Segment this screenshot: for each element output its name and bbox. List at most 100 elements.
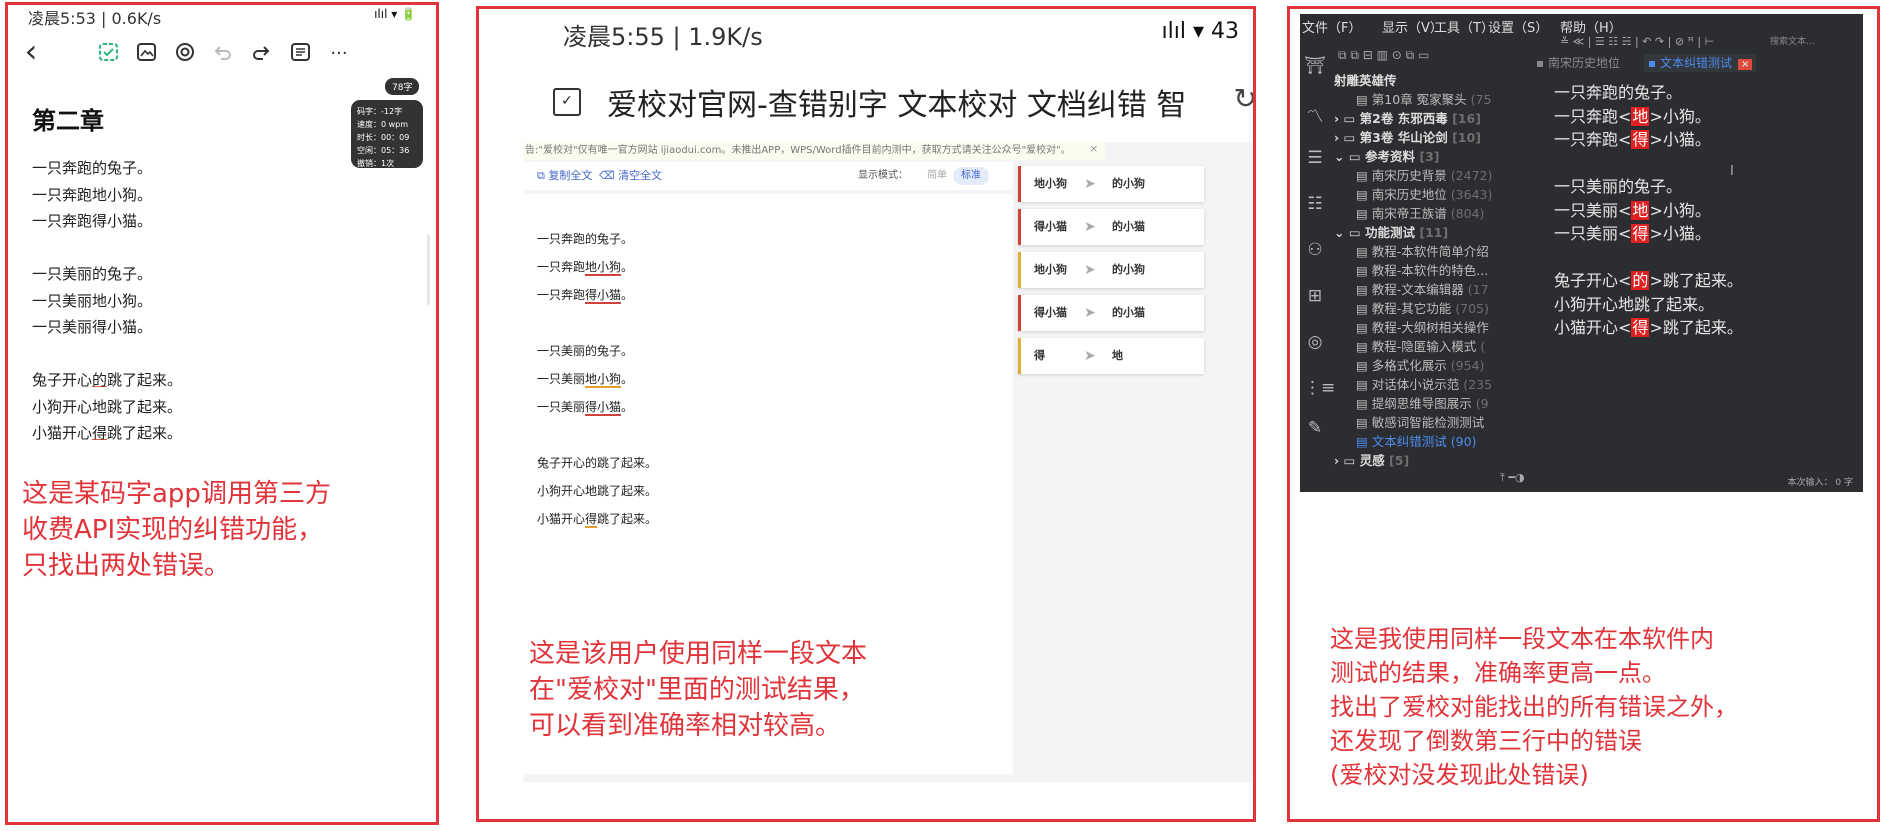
flagged-text[interactable]: 得小猫 (585, 400, 622, 416)
flagged-text[interactable]: 地小狗 (585, 372, 622, 388)
status-bar-time: 凌晨5:55 | 1.9K/s (563, 23, 763, 51)
tree-item[interactable]: › ▭ 第3卷 华山论剑 [10] (1334, 127, 1481, 146)
chart-icon[interactable]: 〽 (1304, 102, 1326, 127)
editor-toolbar[interactable]: ≚ ≪ | ☰ ☷ ☵ | ↶ ↷ | ⊘ ꟸ | ⊢ (1560, 35, 1714, 48)
tree-item-label: 功能测试 (1365, 225, 1416, 240)
scrollbar[interactable] (427, 235, 430, 305)
shield-check-icon: ✓ (553, 88, 581, 116)
spellcheck-icon[interactable] (96, 41, 122, 67)
book-icon[interactable]: ☰ (1304, 148, 1326, 170)
tree-item[interactable]: ▤ 教程-本软件简单介绍 (1356, 241, 1489, 260)
list-icon[interactable]: ☷ (1304, 194, 1326, 216)
flagged-text[interactable]: 得 (585, 512, 598, 528)
tree-item[interactable]: ▤ 南宋历史地位 (3643) (1356, 184, 1492, 203)
editor-text[interactable]: 一只奔跑的兔子。 一只奔跑地小狗。 一只奔跑得小猫。 一只美丽的兔子。 一只美丽地小狗。… (32, 155, 182, 447)
mode-simple-button[interactable]: 简单 (919, 167, 955, 185)
undo-icon[interactable] (210, 41, 236, 67)
bottom-tools[interactable]: ⤒ ━◑ (1500, 471, 1525, 485)
tree-item[interactable]: ⌄ ▭ 参考资料 [3] (1334, 146, 1440, 165)
tree-item[interactable]: ▤ 南宋帝王族谱 (804) (1356, 203, 1484, 222)
menu-item[interactable]: 帮助（H） (1560, 17, 1622, 36)
target-icon[interactable] (172, 41, 198, 67)
tree-item[interactable]: ▤ 教程-隐匿输入模式 ( (1356, 336, 1485, 355)
text-line: 小猫开心得跳了起来。 (32, 420, 182, 447)
tree-item[interactable]: ▤ 教程-大纲树相关操作 (1356, 317, 1489, 336)
suggestion-card[interactable]: 得小猫 ➤ 的小猫 (1018, 295, 1204, 331)
suggestion-card[interactable]: 得 ➤ 地 (1018, 338, 1204, 374)
flagged-char[interactable]: 地 (1631, 106, 1650, 126)
severity-bar (1018, 209, 1021, 245)
suggestion-to: 的小狗 (1112, 177, 1145, 190)
tree-item-label: 参考资料 (1365, 149, 1416, 164)
document-content[interactable]: 一只奔跑的兔子。 一只奔跑<地>小狗。 一只奔跑<得>小猫。 一只美丽的兔子。 一只美丽… (1554, 81, 1743, 340)
text-line: 一只奔跑得小猫。 (32, 208, 182, 235)
caption-aijiaodui: 这是该用户使用同样一段文本 在"爱校对"里面的测试结果， 可以看到准确率相对较高。 (529, 636, 867, 744)
tree-item[interactable]: ▤ 教程-本软件的特色... (1356, 260, 1488, 279)
close-icon[interactable]: × (1737, 59, 1753, 70)
tree-item-label: 文本纠错测试 (1371, 434, 1447, 449)
editor-line: 一只美丽地小狗。 (537, 370, 633, 388)
flagged-char[interactable]: 地 (1631, 200, 1650, 220)
tree-item[interactable]: ▤ 第10章 冤家聚头 (75 (1356, 89, 1491, 108)
tree-item-icon: ▤ (1356, 339, 1372, 354)
content-line (1554, 152, 1743, 176)
tree-item[interactable]: ▤ 南宋历史背景 (2472) (1356, 165, 1492, 184)
line-text: 一只奔跑 (537, 260, 586, 274)
tree-item[interactable]: › ▭ 第2卷 东邪西毒 [16] (1334, 108, 1481, 127)
tree-item[interactable]: 射雕英雄传 (1334, 70, 1397, 89)
tab-inactive[interactable]: ▪ 南宋历史地位 (1532, 54, 1624, 72)
tree-item[interactable]: ▤ 教程-其它功能 (705) (1356, 298, 1489, 317)
browser-title-bar: ✓ 爱校对官网-查错别字 文本校对 文档纠错 智 ↻ (479, 74, 1253, 128)
search-input[interactable]: 搜索文本... (1770, 34, 1815, 47)
mode-standard-button[interactable]: 标准 (953, 167, 989, 185)
redo-icon[interactable] (248, 41, 274, 67)
flagged-text[interactable]: 地小狗 (585, 260, 622, 276)
tree-item[interactable]: ▤ 敏感词智能检测测试 (1356, 412, 1484, 431)
tree-item-label: 射雕英雄传 (1334, 73, 1397, 88)
more-icon[interactable]: ··· (326, 41, 352, 67)
tree-item-active[interactable]: ▤ 文本纠错测试 (90) (1356, 431, 1476, 450)
tree-item[interactable]: › ▭ 灵感 [5] (1334, 450, 1409, 469)
copy-all-button[interactable]: ⧉ 复制全文 (537, 162, 592, 190)
menu-item[interactable]: 工具（T） (1434, 17, 1494, 36)
clear-all-button[interactable]: ⌫ 清空全文 (599, 162, 662, 190)
edit-icon[interactable]: ✎ (1304, 418, 1326, 440)
tree-item[interactable]: ▤ 多格式化展示 (954) (1356, 355, 1484, 374)
back-icon[interactable]: ‹ (18, 35, 44, 67)
tree-item[interactable]: ▤ 提纲思维导图展示 (9 (1356, 393, 1489, 412)
caption-line: 测试的结果，准确率更高一点。 (1330, 659, 1666, 687)
reload-icon[interactable]: ↻ (1234, 82, 1253, 115)
flagged-char[interactable]: 的 (92, 371, 107, 389)
flagged-char[interactable]: 得 (1631, 224, 1650, 243)
suggestion-card[interactable]: 地小狗 ➤ 的小狗 (1018, 166, 1204, 202)
grid-icon[interactable]: ⊞ (1304, 286, 1326, 308)
flagged-char[interactable]: 得 (92, 424, 107, 442)
line-text: >小猫。 (1649, 130, 1711, 149)
menu-item[interactable]: 文件（F） (1302, 17, 1361, 36)
outline-icon[interactable]: ⋮≡ (1304, 378, 1335, 400)
tab-active[interactable]: ▪ 文本纠错测试 × (1644, 54, 1757, 72)
flagged-char[interactable]: 得 (1631, 318, 1650, 337)
tree-item-label: 南宋历史背景 (1371, 168, 1447, 183)
tree-item-icon: ▤ (1356, 187, 1372, 202)
tree-item-icon: ▤ (1356, 206, 1372, 221)
library-icon[interactable]: ⛩ (1304, 56, 1326, 78)
tree-item[interactable]: ⌄ ▭ 功能测试 [11] (1334, 222, 1448, 241)
outline-icon[interactable] (288, 41, 314, 67)
tree-item[interactable]: ▤ 对话体小说示范 (235 (1356, 374, 1492, 393)
menu-item[interactable]: 设置（S） (1488, 17, 1548, 36)
people-icon[interactable]: ⚇ (1304, 240, 1326, 262)
close-icon[interactable]: × (1089, 142, 1098, 155)
line-text: >小狗。 (1649, 200, 1711, 220)
caption-line: 找出了爱校对能找出的所有错误之外， (1330, 693, 1738, 721)
image-icon[interactable] (134, 41, 160, 67)
tree-item[interactable]: ▤ 教程-文本编辑器 (17 (1356, 279, 1489, 298)
tree-item-icon: › ▭ (1334, 130, 1360, 145)
flagged-char[interactable]: 的 (1631, 271, 1650, 290)
tree-toolbar[interactable]: ⧉ ⧉ ⊟ ▥ ⊙ ⧉ ▭ (1338, 48, 1429, 63)
globe-icon[interactable]: ◎ (1304, 332, 1326, 354)
flagged-char[interactable]: 得 (1631, 130, 1650, 149)
flagged-text[interactable]: 得小猫 (585, 288, 622, 304)
suggestion-card[interactable]: 地小狗 ➤ 的小狗 (1018, 252, 1204, 288)
suggestion-card[interactable]: 得小猫 ➤ 的小猫 (1018, 209, 1204, 245)
